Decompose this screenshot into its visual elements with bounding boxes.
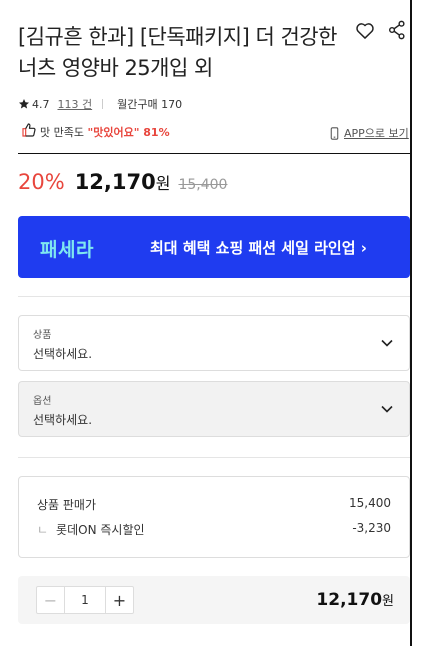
satisfaction-label: 맛 만족도: [40, 126, 84, 139]
option-select-label: 옵션: [33, 396, 52, 407]
original-price: 15,400: [178, 177, 228, 193]
thumbs-up-icon: [22, 123, 36, 137]
price-summary: 상품 판매가 15,400 ㄴ 롯데ON 즉시할인 -3,230: [18, 476, 410, 558]
summary-discount: ㄴ 롯데ON 즉시할인: [37, 521, 145, 538]
rating-score: 4.7: [32, 97, 50, 111]
summary-price-value: 15,400: [349, 496, 391, 510]
summary-discount-mark: ㄴ: [37, 523, 49, 537]
banner-logo: 패세라: [40, 239, 94, 261]
satisfaction-row: 맛 만족도 "맛있어요" 81% APP으로 보기: [18, 122, 410, 140]
chevron-down-icon: [381, 405, 393, 413]
option-select-value: 선택하세요.: [33, 413, 93, 427]
sale-price: 12,170: [74, 170, 156, 194]
quantity-value[interactable]: 1: [65, 587, 105, 613]
app-view-link[interactable]: APP으로 보기: [330, 125, 409, 141]
product-select[interactable]: 상품 선택하세요.: [18, 315, 410, 371]
total-price-amount: 12,170: [316, 590, 383, 610]
chevron-down-icon: [381, 339, 393, 347]
quantity-plus-button[interactable]: +: [105, 587, 133, 613]
header-divider: [18, 153, 410, 154]
price-row: 20% 12,170 원 15,400: [18, 170, 227, 194]
total-price: 12,170원: [316, 590, 394, 610]
summary-discount-value: -3,230: [352, 521, 391, 535]
right-edge-rule: [410, 0, 412, 646]
summary-price-label: 상품 판매가: [37, 498, 97, 512]
promo-banner[interactable]: 패세라 최대 혜택 쇼핑 패션 세일 라인업 ›: [18, 216, 410, 278]
app-view-label: APP으로 보기: [344, 127, 409, 140]
sale-price-currency: 원: [155, 174, 171, 193]
satisfaction-quote: "맛있어요" 81%: [87, 126, 170, 139]
satisfaction-text: 맛 만족도 "맛있어요" 81%: [40, 124, 170, 140]
summary-discount-label: 롯데ON 즉시할인: [56, 523, 145, 537]
quantity-minus-button[interactable]: −: [37, 587, 65, 613]
discount-rate: 20%: [18, 170, 65, 194]
total-price-currency: 원: [382, 594, 394, 609]
rating-separator: [102, 99, 104, 109]
star-icon: [19, 99, 29, 109]
heart-icon[interactable]: [355, 21, 375, 41]
product-select-value: 선택하세요.: [33, 347, 93, 361]
product-select-label: 상품: [33, 330, 52, 341]
banner-text: 최대 혜택 쇼핑 패션 세일 라인업 ›: [150, 239, 367, 257]
rating-row: 4.7 113 건 월간구매 170: [18, 96, 182, 112]
monthly-purchase: 월간구매 170: [117, 98, 183, 111]
product-header: [김규흔 한과] [단독패키지] 더 건강한 너츠 영양바 25개입 외: [18, 22, 410, 84]
share-icon[interactable]: [388, 20, 406, 40]
review-count-link[interactable]: 113 건: [58, 96, 93, 112]
quantity-stepper: − 1 +: [36, 586, 134, 614]
quantity-panel: − 1 + 12,170원: [18, 576, 410, 624]
option-select[interactable]: 옵션 선택하세요.: [18, 381, 410, 437]
options-divider: [18, 457, 410, 458]
product-title: [김규흔 한과] [단독패키지] 더 건강한 너츠 영양바 25개입 외: [18, 25, 337, 80]
banner-divider: [18, 296, 410, 297]
phone-icon: [330, 126, 339, 140]
